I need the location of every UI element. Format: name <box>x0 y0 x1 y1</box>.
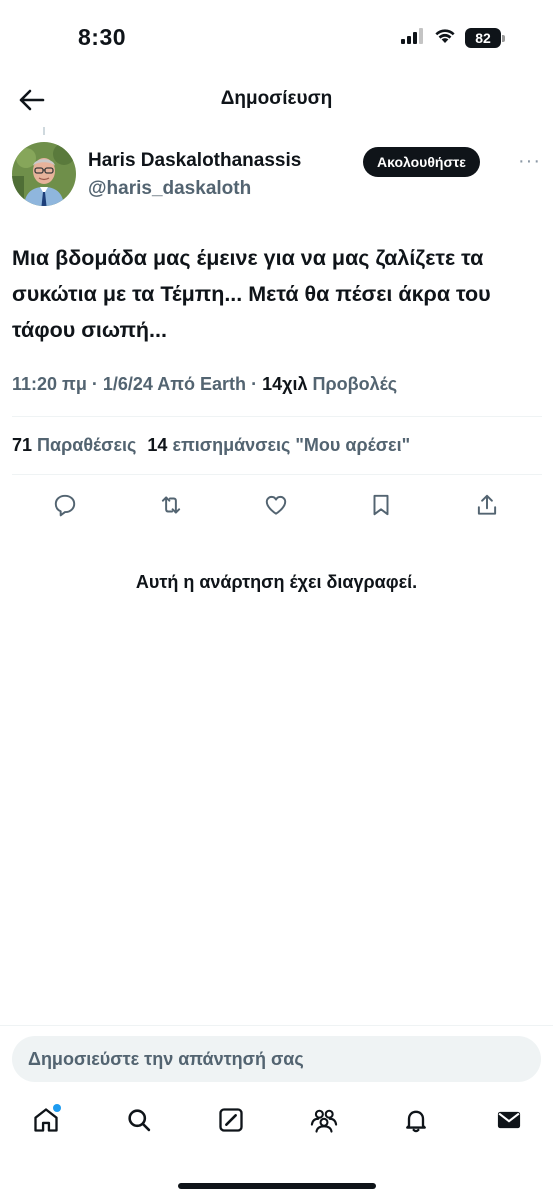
divider <box>0 1025 553 1026</box>
quotes-stat[interactable]: 71 Παραθέσεις <box>12 435 141 455</box>
thread-line <box>43 127 45 135</box>
post-stats: 71 Παραθέσεις 14 επισημάνσεις "Μου αρέσε… <box>12 435 416 456</box>
post-date[interactable]: 1/6/24 <box>103 374 153 394</box>
post-time[interactable]: 11:20 πμ <box>12 374 87 394</box>
likes-stat[interactable]: 14 επισημάνσεις "Μου αρέσει" <box>147 435 410 455</box>
home-icon[interactable] <box>31 1104 61 1136</box>
deleted-post-notice: Αυτή η ανάρτηση έχει διαγραφεί. <box>135 572 418 592</box>
display-name[interactable]: Haris Daskalothanassis <box>88 150 301 172</box>
share-icon[interactable] <box>474 492 500 518</box>
divider <box>12 474 542 475</box>
page-title: Δημοσίευση <box>220 88 333 109</box>
battery-icon: 82 <box>465 28 505 48</box>
reply-bar <box>12 1036 541 1082</box>
avatar[interactable] <box>12 142 76 206</box>
divider <box>12 416 542 417</box>
follow-button[interactable]: Ακολουθήστε <box>363 147 480 177</box>
battery-level: 82 <box>465 28 501 48</box>
post-meta: 11:20 πμ · 1/6/24 Από Earth · 14χιλ Προβ… <box>12 374 397 395</box>
like-icon[interactable] <box>263 492 289 518</box>
quotes-label: Παραθέσεις <box>37 435 137 455</box>
post-author: Haris Daskalothanassis @haris_daskaloth … <box>12 142 542 208</box>
status-icons: 82 <box>401 27 505 49</box>
reply-icon[interactable] <box>52 492 78 518</box>
notification-dot <box>53 1104 61 1112</box>
quotes-count: 71 <box>12 435 33 455</box>
likes-count: 14 <box>147 435 168 455</box>
top-bar: Δημοσίευση <box>0 76 553 124</box>
status-time: 8:30 <box>78 24 127 50</box>
grok-icon[interactable] <box>216 1104 246 1136</box>
likes-label: επισημάνσεις "Μου αρέσει" <box>172 435 411 455</box>
search-icon[interactable] <box>124 1104 154 1136</box>
views-label: Προβολές <box>312 374 398 394</box>
tab-bar <box>0 1104 553 1146</box>
cellular-signal-icon <box>401 27 425 49</box>
handle[interactable]: @haris_daskaloth <box>88 178 251 200</box>
views-count: 14χιλ <box>262 374 308 394</box>
post-text: Μια βδομάδα μας έμεινε για να μας ζαλίζε… <box>12 246 491 342</box>
meta-separator: · <box>251 374 263 394</box>
messages-icon[interactable] <box>494 1104 524 1136</box>
communities-icon[interactable] <box>309 1104 339 1136</box>
action-bar <box>0 488 553 522</box>
notifications-icon[interactable] <box>401 1104 431 1136</box>
repost-icon[interactable] <box>158 492 184 518</box>
battery-tip <box>502 34 505 42</box>
post-source: Από Earth <box>157 374 247 394</box>
more-options-icon[interactable]: ··· <box>518 150 541 173</box>
meta-separator: · <box>91 374 103 394</box>
reply-input[interactable] <box>12 1036 541 1082</box>
wifi-icon <box>433 27 457 49</box>
home-indicator <box>178 1183 376 1189</box>
bookmark-icon[interactable] <box>368 492 394 518</box>
status-bar: 8:30 82 <box>0 0 553 76</box>
